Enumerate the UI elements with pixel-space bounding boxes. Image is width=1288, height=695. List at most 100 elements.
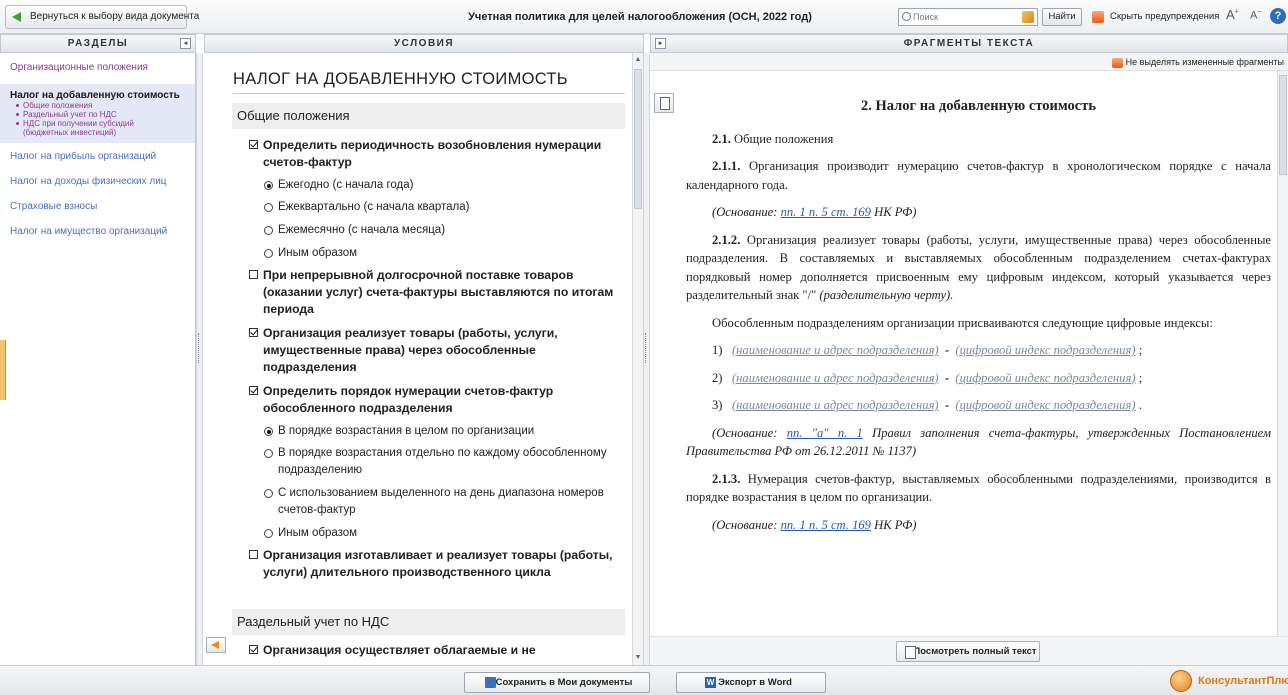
radio-ascending-org[interactable]: В порядке возрастания в целом по организ… [264,423,624,440]
checkbox-label: Организация изготавливает и реализует то… [263,548,613,579]
list-end: ; [1138,343,1143,357]
radio-other-1[interactable]: Иным образом [264,245,624,262]
sidebar-item-profit-tax[interactable]: Налог на прибыль организаций [0,149,195,167]
bullet-icon [16,122,19,126]
fragment-paragraph: Обособленным подразделениям организации … [712,315,1213,330]
sections-panel: Организационные положения Налог на добав… [0,53,196,665]
document-view-icon[interactable] [654,93,674,113]
list-end: . [1138,398,1142,412]
fill-field-name[interactable]: (наименование и адрес подразделения) [732,343,939,357]
list-item: 3) (наименование и адрес подразделения) … [712,398,1142,412]
sidebar-subitem-separate-accounting[interactable]: Раздельный учет по НДС [10,110,185,119]
paragraph-text: Нумерация счетов-фактур, выставляемых об… [686,471,1271,505]
back-to-doc-type-button[interactable]: Вернуться к выбору вида документа [5,5,199,29]
conditions-scrollbar[interactable]: ▲ ▼ [632,53,643,665]
paragraph-text: Организация реализует товары (работы, ус… [686,232,1271,303]
sections-header: РАЗДЕЛЫ ◂ [0,34,196,53]
checkbox-label: Определить порядок нумерации счетов-факт… [263,384,554,415]
checkbox-separate-divisions[interactable]: Организация реализует товары (работы, ус… [249,325,630,376]
fragment-paragraph: 2.1.2. Организация реализует товары (раб… [686,231,1271,305]
search-input[interactable] [913,10,1013,24]
fill-field-index[interactable]: (цифровой индекс подразделения) [955,371,1135,385]
paragraph-italic: (разделительную черту). [819,288,954,302]
hide-warnings-button[interactable]: Скрыть предупреждения [1092,8,1219,26]
radio-label: Ежемесячно (с начала месяца) [278,224,446,236]
sidebar-item-vat[interactable]: Налог на добавленную стоимость Общие пол… [0,84,195,143]
fragments-scrollbar[interactable] [1277,71,1288,636]
fragment-paragraph: 2.1.1. Организация производит нумерацию … [686,157,1271,194]
fragment-heading: 2. Налог на добавленную стоимость [860,98,1097,114]
basis-note: (Основание: пп. 1 п. 5 ст. 169 НК РФ) [686,203,1271,222]
fill-field-index[interactable]: (цифровой индекс подразделения) [955,343,1135,357]
find-button[interactable]: Найти [1042,8,1082,26]
back-arrow-icon [12,12,21,22]
search-box[interactable] [898,8,1038,26]
search-icon [902,12,911,21]
sidebar-subitem-subsidies-cont[interactable]: (бюджетных инвестиций) [10,128,185,137]
sidebar-item-personal-income-tax[interactable]: Налог на доходы физических лиц [0,167,195,192]
no-highlight-toggle[interactable]: Не выделять измененные фрагменты [1111,57,1284,68]
list-number: 2) [712,370,723,385]
warning-icon [1092,11,1104,23]
basis-suffix: НК РФ) [870,205,917,219]
left-splitter[interactable] [196,53,203,665]
clear-search-icon[interactable] [1022,11,1034,23]
scroll-down-icon[interactable]: ▼ [633,653,643,663]
sidebar-subitem-subsidies[interactable]: НДС при получении субсидий [10,119,185,128]
radio-icon [264,529,273,538]
radio-icon [264,249,273,258]
sidebar-item-org-provisions[interactable]: Организационные положения [0,57,195,78]
sidebar-subitem-general[interactable]: Общие положения [10,101,185,110]
fill-field-name[interactable]: (наименование и адрес подразделения) [732,371,939,385]
law-link[interactable]: пп. "а" п. 1 [787,426,863,440]
radio-ascending-division[interactable]: В порядке возрастания отдельно по каждом… [264,445,624,479]
save-to-my-documents-button[interactable]: Сохранить в Мои документы [464,672,650,693]
checkbox-taxable-nontaxable[interactable]: Организация осуществляет облагаемые и не [249,642,630,659]
sidebar-item-property-tax[interactable]: Налог на имущество организаций [0,217,195,242]
help-icon[interactable]: ? [1270,8,1286,24]
conditions-header-label: УСЛОВИЯ [393,38,455,49]
view-full-text-button[interactable]: Посмотреть полный текст [896,641,1040,662]
checkbox-long-production-cycle[interactable]: Организация изготавливает и реализует то… [249,547,630,581]
increase-font-icon[interactable]: A+ [1226,7,1239,22]
back-button-label: Вернуться к выбору вида документа [30,11,200,22]
side-tab-handle[interactable] [0,340,6,400]
bullet-icon [16,113,19,117]
fill-field-name[interactable]: (наименование и адрес подразделения) [732,398,939,412]
scroll-up-icon[interactable]: ▲ [633,55,643,65]
document-title: Учетная политика для целей налогообложен… [468,11,812,23]
fragments-header-label: ФРАГМЕНТЫ ТЕКСТА [903,38,1035,49]
scroll-thumb[interactable] [1279,75,1287,175]
fill-field-index[interactable]: (цифровой индекс подразделения) [955,398,1135,412]
radio-quarterly[interactable]: Ежеквартально (с начала квартала) [264,199,624,216]
expand-fragments-icon[interactable]: ▸ [655,38,666,49]
sidebar-subitem-label: Раздельный учет по НДС [23,110,117,119]
law-link[interactable]: пп. 1 п. 5 ст. 169 [781,518,871,532]
radio-yearly[interactable]: Ежегодно (с начала года) [264,177,624,194]
checkbox-label: Определить периодичность возобновления н… [263,138,602,169]
sidebar-item-insurance[interactable]: Страховые взносы [0,192,195,217]
prev-condition-button[interactable] [206,637,226,653]
export-to-word-button[interactable]: Экспорт в Word [676,672,826,693]
checked-checkbox-icon [249,328,258,337]
checkbox-division-numbering[interactable]: Определить порядок нумерации счетов-факт… [249,383,630,417]
law-link[interactable]: пп. 1 п. 5 ст. 169 [781,205,871,219]
basis-note: (Основание: пп. 1 п. 5 ст. 169 НК РФ) [686,516,1271,535]
radio-other-2[interactable]: Иным образом [264,525,624,542]
scroll-thumb[interactable] [634,69,642,209]
radio-selected-icon [264,181,273,190]
basis-prefix: (Основание: [712,205,781,219]
paragraph-text: Общие положения [730,131,834,146]
fragment-paragraph: 2.1. Общие положения [686,130,1271,149]
decrease-font-icon[interactable]: A− [1250,9,1261,22]
radio-daily-range[interactable]: С использованием выделенного на день диа… [264,485,624,519]
bullet-icon [16,104,19,108]
checkbox-long-term-supply[interactable]: При непрерывной долгосрочной поставке то… [249,267,630,318]
list-number: 3) [712,398,723,412]
bottom-toolbar: Сохранить в Мои документы Экспорт в Word… [0,665,1288,695]
right-splitter[interactable] [643,53,650,665]
radio-label: С использованием выделенного на день диа… [278,487,604,516]
radio-monthly[interactable]: Ежемесячно (с начала месяца) [264,222,624,239]
collapse-sections-icon[interactable]: ◂ [180,38,191,49]
checkbox-invoice-renumbering[interactable]: Определить периодичность возобновления н… [249,137,630,171]
